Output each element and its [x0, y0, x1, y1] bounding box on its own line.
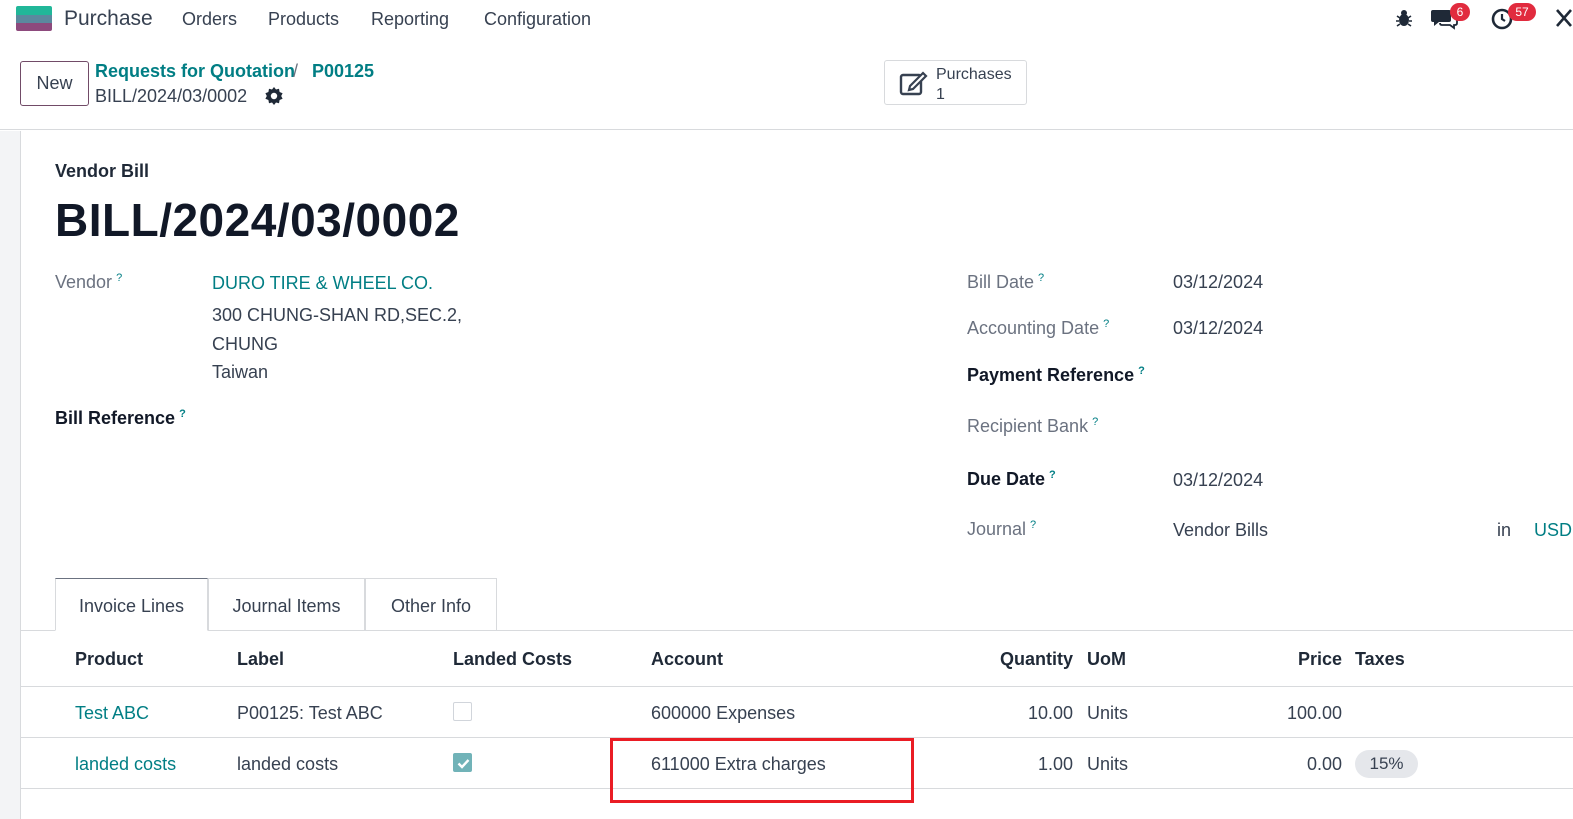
column-header-price[interactable]: Price	[1240, 649, 1342, 670]
header-divider	[21, 686, 1573, 687]
tab-other-info[interactable]: Other Info	[365, 578, 497, 631]
help-icon[interactable]: ?	[1103, 318, 1109, 330]
line-uom[interactable]: Units	[1087, 754, 1128, 775]
account-highlight-box	[610, 738, 914, 803]
help-icon[interactable]: ?	[1038, 272, 1044, 284]
top-navbar: Purchase Orders Products Reporting Confi…	[0, 0, 1573, 40]
landed-costs-checkbox[interactable]	[453, 702, 472, 721]
line-label[interactable]: P00125: Test ABC	[237, 703, 383, 724]
tax-badge[interactable]: 15%	[1355, 750, 1418, 778]
column-header-product[interactable]: Product	[75, 649, 143, 670]
help-icon[interactable]: ?	[1030, 519, 1036, 531]
gear-icon[interactable]	[264, 86, 284, 106]
bill-reference-label: Bill Reference?	[55, 408, 186, 428]
help-icon[interactable]: ?	[116, 272, 122, 284]
menu-orders[interactable]: Orders	[182, 9, 237, 30]
line-account[interactable]: 600000 Expenses	[651, 703, 795, 724]
app-name[interactable]: Purchase	[64, 7, 153, 31]
due-date-field[interactable]: 03/12/2024	[1173, 470, 1263, 491]
menu-configuration[interactable]: Configuration	[484, 9, 591, 30]
control-panel: New Requests for Quotation / P00125 BILL…	[0, 40, 1573, 130]
vendor-field[interactable]: DURO TIRE & WHEEL CO.	[212, 273, 433, 294]
bill-date-label: Bill Date?	[967, 272, 1045, 292]
vendor-address-line: 300 CHUNG-SHAN RD,SEC.2,	[212, 305, 463, 325]
document-type: Vendor Bill	[55, 161, 150, 181]
tab-journal-items[interactable]: Journal Items	[208, 578, 365, 631]
bug-icon[interactable]	[1394, 8, 1414, 28]
vendor-address-line: Taiwan	[212, 362, 269, 382]
due-date-label: Due Date?	[967, 469, 1056, 489]
page-title: BILL/2024/03/0002	[55, 194, 460, 246]
purchases-smart-button[interactable]: Purchases 1	[884, 60, 1027, 105]
tab-invoice-lines[interactable]: Invoice Lines	[55, 578, 208, 631]
journal-field[interactable]: Vendor Bills	[1173, 520, 1268, 541]
purchases-label: Purchases	[936, 66, 1012, 83]
sheet-left-gutter	[0, 131, 21, 819]
checkmark-icon	[457, 759, 470, 769]
help-icon[interactable]: ?	[1092, 416, 1098, 428]
activities-count-badge: 57	[1508, 3, 1536, 21]
vendor-address-line: CHUNG	[212, 334, 278, 354]
breadcrumb-po[interactable]: P00125	[312, 61, 374, 82]
line-product[interactable]: landed costs	[75, 754, 176, 775]
bill-date-field[interactable]: 03/12/2024	[1173, 272, 1263, 293]
tools-icon[interactable]	[1555, 8, 1573, 28]
line-quantity[interactable]: 10.00	[960, 703, 1073, 724]
messages-count-badge: 6	[1450, 3, 1470, 21]
currency-field[interactable]: USD	[1534, 520, 1573, 541]
line-price[interactable]: 100.00	[1240, 703, 1342, 724]
line-product[interactable]: Test ABC	[75, 703, 149, 724]
help-icon[interactable]: ?	[1049, 469, 1056, 481]
purchases-count: 1	[936, 86, 945, 103]
breadcrumb-separator: /	[293, 61, 299, 81]
column-header-account[interactable]: Account	[651, 649, 723, 670]
column-header-landed-costs[interactable]: Landed Costs	[453, 649, 572, 670]
payment-reference-label: Payment Reference?	[967, 365, 1145, 385]
breadcrumb-rfq[interactable]: Requests for Quotation	[95, 61, 295, 82]
column-header-quantity[interactable]: Quantity	[960, 649, 1073, 670]
accounting-date-label: Accounting Date?	[967, 318, 1110, 338]
recipient-bank-label: Recipient Bank?	[967, 416, 1099, 436]
vendor-label: Vendor?	[55, 272, 123, 292]
landed-costs-checkbox[interactable]	[453, 753, 472, 772]
help-icon[interactable]: ?	[1138, 365, 1145, 377]
journal-label: Journal?	[967, 519, 1037, 539]
line-quantity[interactable]: 1.00	[960, 754, 1073, 775]
menu-reporting[interactable]: Reporting	[371, 9, 449, 30]
breadcrumb-current: BILL/2024/03/0002	[95, 86, 248, 106]
help-icon[interactable]: ?	[179, 408, 186, 420]
journal-in-label: in	[1497, 520, 1512, 540]
edit-icon	[899, 71, 928, 96]
line-label[interactable]: landed costs	[237, 754, 338, 775]
accounting-date-field[interactable]: 03/12/2024	[1173, 318, 1263, 339]
line-price[interactable]: 0.00	[1240, 754, 1342, 775]
line-uom[interactable]: Units	[1087, 703, 1128, 724]
column-header-label[interactable]: Label	[237, 649, 284, 670]
menu-products[interactable]: Products	[268, 9, 339, 30]
column-header-uom[interactable]: UoM	[1087, 649, 1126, 670]
column-header-taxes[interactable]: Taxes	[1355, 649, 1405, 670]
app-menu-icon[interactable]	[16, 6, 52, 31]
new-button[interactable]: New	[20, 61, 89, 106]
